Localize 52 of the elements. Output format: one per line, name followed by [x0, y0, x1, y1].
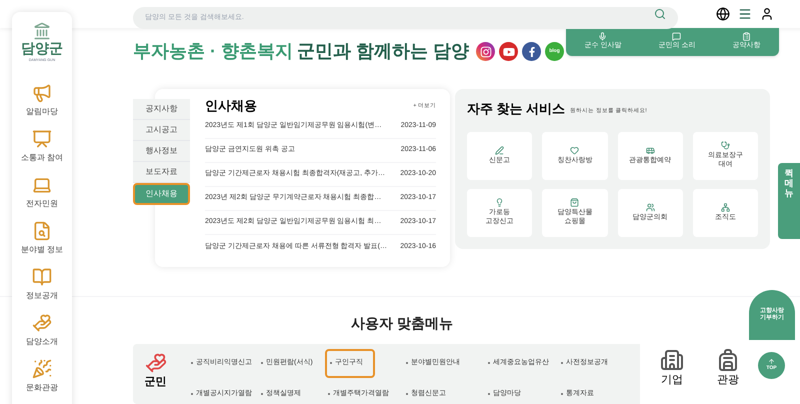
megaphone-icon	[32, 82, 52, 103]
sidebar-item[interactable]: 담양소개	[26, 312, 58, 348]
youtube-icon	[502, 46, 515, 58]
headline-highlight: 부자농촌 · 향촌복지	[133, 40, 293, 63]
citizen-label: 군민	[144, 375, 166, 390]
user-icon[interactable]	[760, 7, 774, 21]
board-tab[interactable]: 공지사항	[133, 99, 190, 120]
party-popper-icon	[32, 358, 52, 379]
user-menu-item[interactable]: 기업	[660, 348, 684, 388]
sidebar-item[interactable]: 알림마당	[26, 82, 58, 118]
sidebar-item[interactable]: 소통과 참여	[20, 128, 64, 164]
shopping-bag-icon	[570, 198, 580, 208]
board-tab[interactable]: 고시공고	[133, 120, 190, 141]
building-icon	[660, 348, 684, 372]
globe-icon[interactable]	[716, 7, 730, 21]
sidebar-item[interactable]: 정보공개	[26, 266, 58, 302]
presentation-board-icon	[32, 128, 52, 149]
facebook-icon	[526, 46, 537, 56]
menu-icon[interactable]	[738, 7, 752, 21]
facebook-button[interactable]	[522, 42, 542, 61]
open-book-icon	[32, 266, 52, 287]
hands-heart-icon	[144, 352, 166, 374]
search-icon[interactable]	[654, 8, 666, 20]
youtube-button[interactable]	[499, 42, 518, 61]
document-search-icon	[32, 220, 52, 241]
bus-icon	[646, 146, 655, 155]
speech-bubble-icon	[672, 32, 682, 42]
people-icon	[646, 202, 655, 212]
lightbulb-icon	[495, 198, 504, 208]
clipboard-icon	[742, 32, 751, 42]
hands-heart-icon	[32, 312, 52, 333]
org-chart-icon	[720, 202, 730, 212]
pen-icon	[495, 146, 504, 155]
services-title: 자주 찾는 서비스	[467, 100, 566, 118]
board-tab[interactable]: 행사정보	[133, 141, 190, 162]
backpack-icon	[716, 348, 740, 372]
microphone-icon	[598, 32, 608, 42]
instagram-button[interactable]	[476, 42, 496, 61]
emblem-icon	[33, 22, 51, 40]
board-tab[interactable]: 보도자료	[133, 162, 190, 183]
heart-icon	[570, 146, 580, 155]
headline-text: 군민과 함께하는 담양	[297, 40, 470, 63]
sidebar-item[interactable]: 전자민원	[26, 174, 58, 210]
board-title: 인사채용	[205, 97, 257, 116]
stethoscope-icon	[720, 141, 730, 150]
up-arrow-icon	[768, 358, 775, 366]
logo-text[interactable]: 담양군	[21, 40, 63, 58]
instagram-icon	[480, 46, 492, 58]
user-menu-item[interactable]: 관광	[716, 348, 740, 388]
section-title: 사용자 맞춤메뉴	[351, 314, 453, 333]
sidebar-item[interactable]: 문화관광	[26, 358, 58, 394]
sidebar-item[interactable]: 분야별 정보	[20, 220, 64, 256]
